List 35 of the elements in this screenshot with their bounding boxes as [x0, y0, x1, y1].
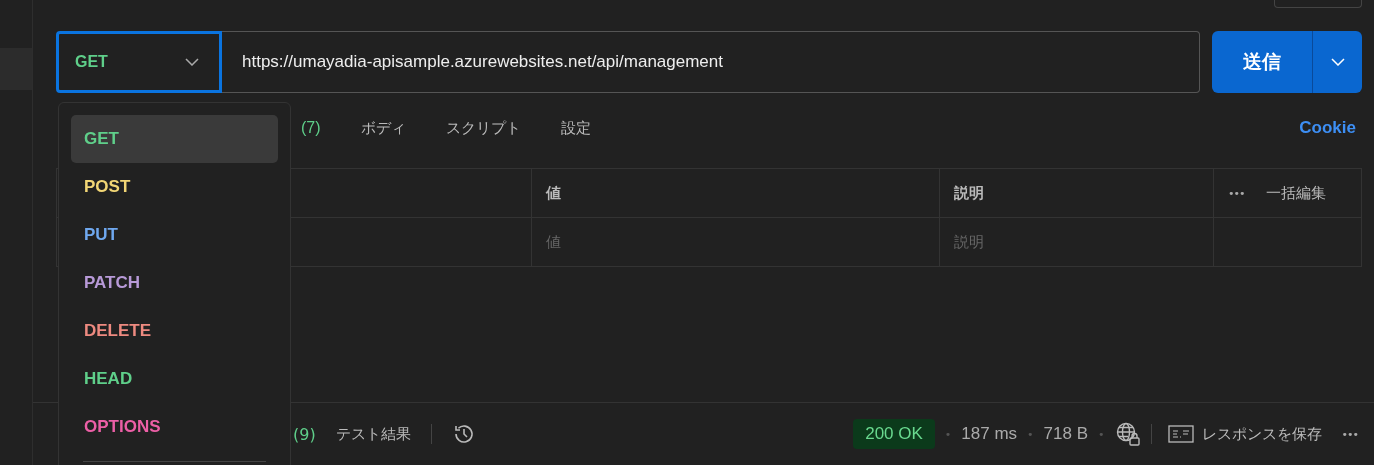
method-option[interactable]: PATCH: [71, 259, 278, 307]
column-header: 説明: [940, 169, 1214, 217]
method-option[interactable]: GET: [71, 115, 278, 163]
response-size: 718 B: [1043, 424, 1089, 444]
tab-count[interactable]: (9): [293, 424, 316, 444]
method-option[interactable]: PUT: [71, 211, 278, 259]
separator-dot: •: [1098, 427, 1105, 441]
tab[interactable]: ボディ: [360, 118, 406, 138]
column-header: 値: [532, 169, 940, 217]
tab[interactable]: (7): [301, 118, 321, 138]
method-option[interactable]: DELETE: [71, 307, 278, 355]
separator-dot: •: [944, 427, 952, 441]
tab[interactable]: スクリプト: [445, 118, 521, 138]
method-option[interactable]: HEAD: [71, 355, 278, 403]
url-field[interactable]: https://umayadia-apisample.azurewebsites.net/api/management: [222, 31, 1200, 93]
chevron-down-icon: [1330, 58, 1345, 66]
cookies-link[interactable]: Cookie: [1299, 118, 1356, 138]
header-button[interactable]: [1274, 0, 1362, 8]
response-time: 187 ms: [961, 424, 1018, 444]
send-button[interactable]: 送信: [1212, 31, 1313, 93]
example-icon: [1167, 425, 1194, 443]
bulk-edit-button[interactable]: 一括編集: [1266, 183, 1327, 203]
chevron-down-icon: [185, 58, 199, 66]
method-option[interactable]: OPTIONS: [71, 403, 278, 451]
more-button[interactable]: •••: [1228, 186, 1245, 200]
tab[interactable]: 設定: [560, 118, 591, 138]
more-button[interactable]: •••: [1341, 427, 1358, 441]
method-option[interactable]: POST: [71, 163, 278, 211]
test-results-tab[interactable]: テスト結果: [335, 424, 411, 444]
save-response-button[interactable]: レスポンスを保存: [1167, 424, 1322, 444]
globe-lock-icon[interactable]: [1114, 421, 1141, 447]
send-options-button[interactable]: [1313, 31, 1362, 93]
method-select[interactable]: GET: [56, 31, 222, 93]
separator-dot: •: [1027, 427, 1034, 441]
status-badge: 200 OK: [853, 419, 935, 449]
